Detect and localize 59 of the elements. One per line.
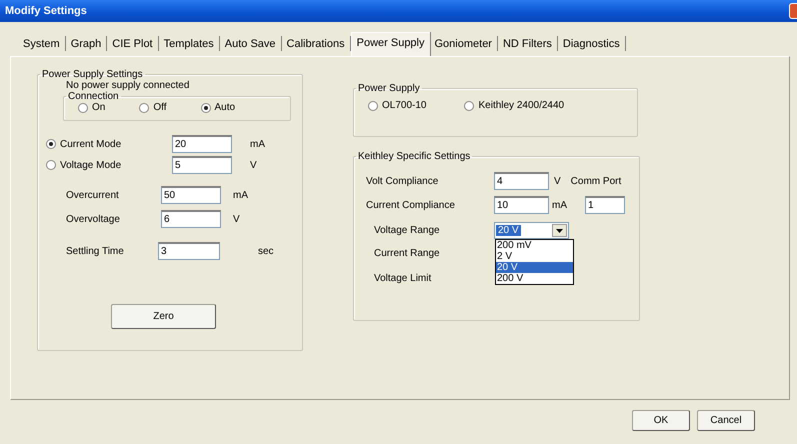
field-label: Current Range <box>374 248 441 259</box>
status-text: No power supply connected <box>66 80 190 91</box>
window-title: Modify Settings <box>5 5 87 17</box>
radio-button[interactable]: Voltage Mode <box>46 160 172 170</box>
radio-button[interactable]: OL700-10 <box>368 100 426 111</box>
input-field[interactable]: 5 <box>172 156 232 174</box>
radio-button[interactable]: Current Mode <box>46 138 172 150</box>
radio-button[interactable]: Keithley 2400/2440 <box>464 100 564 111</box>
unit-label: mA <box>233 190 248 200</box>
unit-label: mA <box>552 200 567 210</box>
tab[interactable]: Goniometer <box>430 36 498 51</box>
input-field[interactable]: 6 <box>161 210 221 228</box>
comm-port-label: Comm Port <box>570 176 622 186</box>
tab[interactable]: ND Filters <box>498 36 558 51</box>
unit-label: V <box>233 214 240 224</box>
input-field[interactable]: 50 <box>161 186 221 204</box>
ok-button[interactable]: OK <box>632 410 690 431</box>
radio-circle-icon[interactable] <box>139 102 150 112</box>
cancel-button[interactable]: Cancel <box>697 410 755 431</box>
radio-circle-icon[interactable] <box>46 139 56 149</box>
close-button[interactable] <box>789 3 797 19</box>
tab[interactable]: Diagnostics <box>558 36 626 51</box>
field-label: Overvoltage <box>66 214 121 224</box>
input-field[interactable]: 20 <box>172 135 232 153</box>
radio-button[interactable]: Off <box>139 102 166 113</box>
tab[interactable]: CIE Plot <box>107 36 159 51</box>
radio-button[interactable]: On <box>78 102 106 113</box>
field-label: Overcurrent <box>66 190 120 200</box>
group-title: Keithley Specific Settings <box>357 151 472 162</box>
radio-circle-icon[interactable] <box>368 100 378 110</box>
radio-button[interactable]: Auto <box>200 102 236 113</box>
radio-circle-icon[interactable] <box>464 100 474 110</box>
group-title: Power Supply Settings <box>41 69 144 80</box>
tab[interactable]: Power Supply <box>350 32 430 56</box>
tab[interactable]: Graph <box>66 36 108 51</box>
unit-label: sec <box>258 246 274 256</box>
tab[interactable]: System <box>18 36 66 51</box>
field-label: Voltage Limit <box>374 273 432 284</box>
radio-circle-icon[interactable] <box>200 102 210 112</box>
field-label: Current Compliance <box>366 200 456 210</box>
input-field[interactable]: 10 <box>494 196 549 214</box>
tab[interactable]: Auto Save <box>220 36 282 51</box>
tab[interactable]: Templates <box>158 36 220 51</box>
input-field[interactable]: 3 <box>158 242 220 260</box>
input-field[interactable]: 4 <box>494 172 549 190</box>
radio-circle-icon[interactable] <box>78 102 88 112</box>
field-label: Volt Compliance <box>366 176 440 186</box>
unit-label: V <box>554 176 561 186</box>
group-title: Connection <box>67 91 120 102</box>
unit-label: V <box>250 160 257 170</box>
comm-port-field[interactable]: 1 <box>585 196 625 214</box>
radio-circle-icon[interactable] <box>46 160 56 170</box>
dropdown-value: 20 V <box>496 225 521 236</box>
field-label: Voltage Range <box>374 225 441 236</box>
dropdown-option[interactable]: 20 V <box>496 262 573 273</box>
group-title: Power Supply <box>357 83 421 94</box>
unit-label: mA <box>250 138 265 150</box>
field-label: Settling Time <box>66 246 125 256</box>
zero-button[interactable]: Zero <box>111 304 216 329</box>
